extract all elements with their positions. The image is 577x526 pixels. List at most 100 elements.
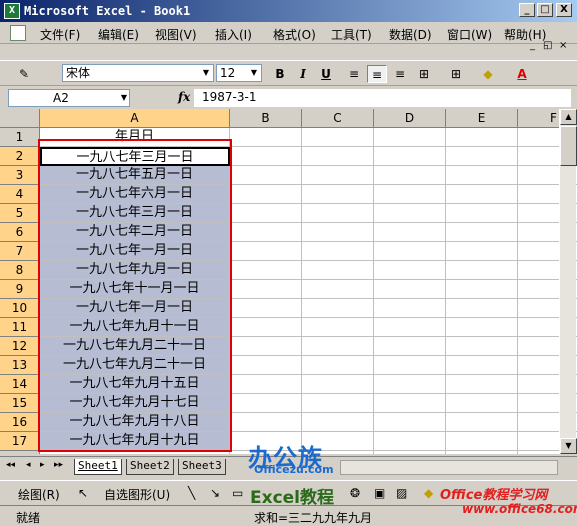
underline-button[interactable]: U [316,65,336,83]
cell-a[interactable]: 一九八七年九月十九日 [40,432,230,451]
cell-a[interactable]: 一九八七年十一月一日 [40,280,230,299]
cell-empty[interactable] [374,185,446,204]
cell-a[interactable]: 一九八七年三月一日 [40,147,230,166]
cell-empty[interactable] [374,242,446,261]
menu-insert[interactable]: 插入(I) [215,26,252,43]
cell-empty[interactable] [374,147,446,166]
cell-a[interactable]: 一九八七年九月二十一日 [40,356,230,375]
cell-empty[interactable] [230,147,302,166]
cell-empty[interactable] [302,147,374,166]
cell-a[interactable]: 一九八七年九月十七日 [40,394,230,413]
chevron-down-icon[interactable]: ▼ [200,66,212,80]
column-header-b[interactable]: B [230,109,302,128]
cell-empty[interactable] [230,299,302,318]
cell-empty[interactable] [446,413,518,432]
scroll-down-icon[interactable]: ▼ [560,438,577,454]
row-header[interactable]: 11 [0,318,40,337]
insert-picture-icon[interactable]: ▨ [396,486,407,500]
cell-empty[interactable] [230,185,302,204]
cell-empty[interactable] [446,394,518,413]
cell-empty[interactable] [230,413,302,432]
row-header[interactable]: 8 [0,261,40,280]
row-header[interactable]: 17 [0,432,40,451]
align-center-icon[interactable]: ≡ [367,65,387,83]
tab-sheet1[interactable]: Sheet1 [74,459,122,475]
arrow-icon[interactable]: ↘ [210,486,220,500]
italic-button[interactable]: I [293,65,313,83]
maximize-button[interactable]: □ [537,3,553,17]
cell-empty[interactable] [302,356,374,375]
row-header[interactable]: 7 [0,242,40,261]
cell-a[interactable]: 一九八七年九月十五日 [40,375,230,394]
cell-empty[interactable] [374,337,446,356]
cell-empty[interactable] [374,166,446,185]
cell-empty[interactable] [374,204,446,223]
cell-empty[interactable] [374,318,446,337]
cell-empty[interactable] [446,223,518,242]
row-header[interactable]: 10 [0,299,40,318]
cell-a[interactable]: 一九八七年一月一日 [40,299,230,318]
scroll-thumb[interactable] [560,126,577,166]
cell-empty[interactable] [302,166,374,185]
cell-a[interactable]: 一九八七年九月十八日 [40,413,230,432]
column-header-a[interactable]: A [40,109,230,128]
tab-sheet3[interactable]: Sheet3 [178,459,226,475]
cell-empty[interactable] [230,337,302,356]
menu-format[interactable]: 格式(O) [273,26,316,43]
first-sheet-icon[interactable]: ◂◂ [6,460,15,470]
column-header-e[interactable]: E [446,109,518,128]
cell-empty[interactable] [230,375,302,394]
merge-center-icon[interactable]: ⊞ [414,65,434,83]
cell-a[interactable]: 一九八七年二月一日 [40,223,230,242]
tab-sheet2[interactable]: Sheet2 [126,459,174,475]
font-size-combo[interactable]: 12 ▼ [216,64,262,82]
menu-help[interactable]: 帮助(H) [504,26,546,43]
menu-file[interactable]: 文件(F) [40,26,80,43]
cell-empty[interactable] [446,451,518,454]
menu-tools[interactable]: 工具(T) [331,26,372,43]
row-header[interactable]: 9 [0,280,40,299]
cell-empty[interactable] [374,261,446,280]
row-header[interactable]: 12 [0,337,40,356]
scroll-up-icon[interactable]: ▲ [560,109,577,125]
borders-icon[interactable]: ⊞ [446,65,466,83]
cell-empty[interactable] [302,299,374,318]
cell-empty[interactable] [446,128,518,147]
cell-empty[interactable] [302,242,374,261]
cell-empty[interactable] [302,223,374,242]
row-header[interactable]: 14 [0,375,40,394]
cell-empty[interactable] [446,318,518,337]
doc-restore-button[interactable]: ◱ [543,40,552,51]
cell-empty[interactable] [446,337,518,356]
cell-empty[interactable] [374,451,446,454]
cell-empty[interactable] [374,394,446,413]
cell-empty[interactable] [302,204,374,223]
font-name-combo[interactable]: 宋体 ▼ [62,64,214,82]
cell-empty[interactable] [446,166,518,185]
row-header[interactable]: 2 [0,147,40,166]
cell-empty[interactable] [446,432,518,451]
align-left-icon[interactable]: ≡ [344,65,364,83]
vertical-scrollbar[interactable]: ▲ ▼ [559,109,577,454]
cell-empty[interactable] [230,166,302,185]
cell-empty[interactable] [446,204,518,223]
cell-empty[interactable] [230,128,302,147]
menu-edit[interactable]: 编辑(E) [98,26,139,43]
minimize-button[interactable]: _ [519,3,535,17]
cell-a[interactable]: 一九八七年一月一日 [40,242,230,261]
row-header[interactable]: 15 [0,394,40,413]
cell-empty[interactable] [446,356,518,375]
row-header[interactable]: 13 [0,356,40,375]
font-color-button[interactable]: A [512,65,532,83]
cell-empty[interactable] [230,356,302,375]
horizontal-scrollbar[interactable] [340,460,558,475]
column-header-d[interactable]: D [374,109,446,128]
cell-empty[interactable] [374,223,446,242]
doc-minimize-button[interactable]: _ [530,40,535,51]
cell-empty[interactable] [446,242,518,261]
close-button[interactable]: X [556,3,572,17]
cell-empty[interactable] [302,280,374,299]
cell-empty[interactable] [374,413,446,432]
cell-a[interactable]: 一九八七年六月一日 [40,185,230,204]
select-pointer-icon[interactable]: ↖ [78,486,88,500]
